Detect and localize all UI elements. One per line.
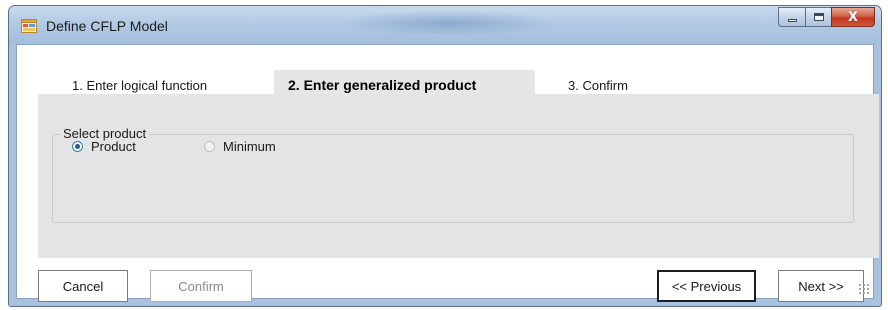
minimize-icon <box>787 19 797 22</box>
caption-buttons: X <box>778 7 875 27</box>
next-button[interactable]: Next >> <box>778 270 864 302</box>
dialog-client-area: 1. Enter logical function 2. Enter gener… <box>16 44 879 302</box>
close-button[interactable]: X <box>831 7 875 27</box>
minimize-button[interactable] <box>778 7 805 27</box>
maximize-button[interactable] <box>805 7 831 27</box>
radio-checked-icon <box>72 141 83 152</box>
previous-button[interactable]: << Previous <box>657 270 756 302</box>
radio-minimum[interactable]: Minimum <box>204 139 276 154</box>
window-form-icon <box>21 19 37 33</box>
tab-page-generalized-product: Select product Product Minimum <box>38 94 879 258</box>
maximize-icon <box>813 13 824 21</box>
radio-unchecked-icon <box>204 141 215 152</box>
title-bar-glow <box>339 10 559 36</box>
close-icon: X <box>847 9 859 25</box>
cancel-button[interactable]: Cancel <box>38 270 128 302</box>
tab-confirm[interactable]: 3. Confirm <box>568 78 628 93</box>
confirm-button[interactable]: Confirm <box>150 270 252 302</box>
radio-minimum-label: Minimum <box>223 139 276 154</box>
radio-product[interactable]: Product <box>72 139 136 154</box>
resize-grip-icon[interactable] <box>858 283 870 295</box>
select-product-groupbox: Select product <box>52 126 854 223</box>
define-cflp-model-window: Define CFLP Model X 1. Enter logical fun… <box>8 5 882 307</box>
title-bar[interactable]: Define CFLP Model X <box>9 6 881 44</box>
step-tabs: 1. Enter logical function 2. Enter gener… <box>17 45 873 94</box>
tab-enter-logical-function[interactable]: 1. Enter logical function <box>72 78 207 93</box>
radio-dot-icon <box>75 144 80 149</box>
radio-product-label: Product <box>91 139 136 154</box>
window-title: Define CFLP Model <box>46 18 168 34</box>
tab-enter-generalized-product[interactable]: 2. Enter generalized product <box>274 70 535 94</box>
